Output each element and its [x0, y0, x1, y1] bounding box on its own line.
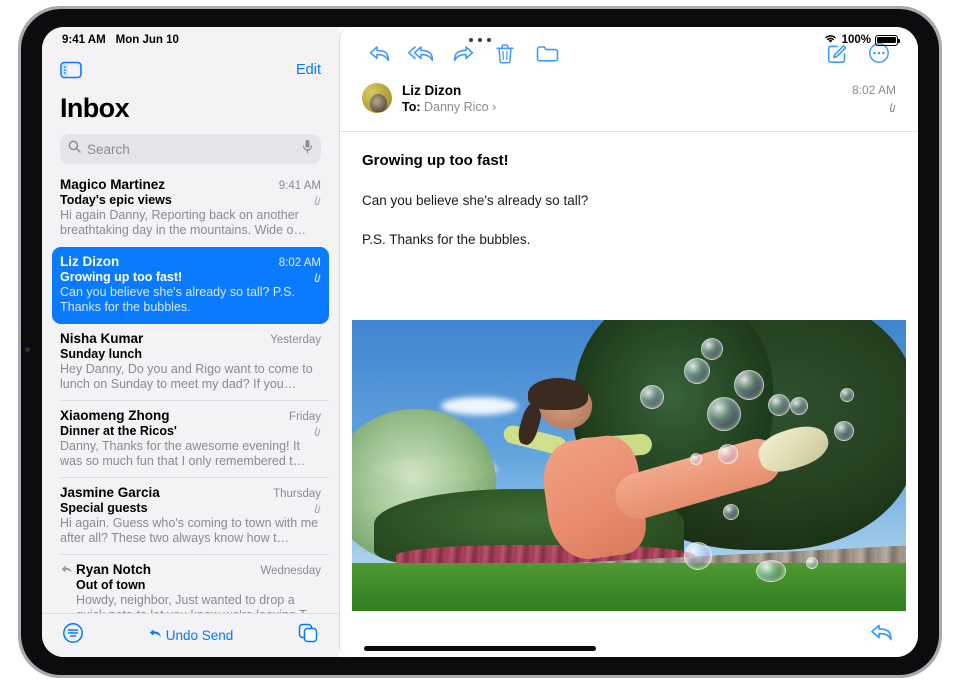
paperclip-icon — [311, 271, 321, 284]
list-item[interactable]: Nisha Kumar Yesterday Sunday lunch Hey D… — [52, 324, 329, 401]
edit-button[interactable]: Edit — [296, 62, 321, 78]
message-subject: Dinner at the Ricos' — [60, 424, 177, 438]
message-sender: Nisha Kumar — [60, 331, 144, 346]
avatar — [362, 83, 392, 113]
mailbox-sidebar: Edit Inbox Search Magico Martinez 9:41 A… — [42, 27, 339, 657]
message-date: Friday — [289, 411, 321, 423]
message-sender: Jasmine Garcia — [60, 485, 160, 500]
message-header-right: 8:02 AM — [852, 83, 896, 119]
message-subject: Sunday lunch — [60, 347, 142, 361]
message-subject: Growing up too fast! — [60, 270, 183, 284]
list-item[interactable]: Xiaomeng Zhong Friday Dinner at the Rico… — [52, 400, 329, 478]
bubble — [640, 385, 665, 410]
message-date: Yesterday — [270, 334, 321, 346]
replied-arrow-icon — [60, 562, 73, 573]
message-date: 8:02 AM — [278, 257, 321, 269]
undo-send-label: Undo Send — [165, 628, 234, 643]
paperclip-icon — [311, 502, 321, 515]
status-date: Mon Jun 10 — [115, 34, 179, 46]
message-header: Liz Dizon To: Danny Rico › 8:02 AM — [340, 79, 918, 132]
reply-icon[interactable] — [869, 622, 894, 647]
bubble — [806, 556, 819, 569]
photo-attachment[interactable] — [352, 320, 906, 611]
undo-send-button[interactable]: Undo Send — [148, 628, 234, 643]
bubble — [706, 396, 741, 431]
message-date: Thursday — [273, 488, 321, 500]
bubble — [701, 337, 724, 360]
status-bar-left: 9:41 AM Mon Jun 10 — [62, 34, 179, 46]
paperclip-icon — [311, 425, 321, 438]
message-preview: Hey Danny, Do you and Rigo want to come … — [60, 362, 313, 391]
message-header-names: Liz Dizon To: Danny Rico › — [402, 83, 842, 114]
message-body: Growing up too fast! Can you believe she… — [340, 132, 918, 611]
message-preview: Hi again Danny, Reporting back on anothe… — [60, 208, 306, 237]
list-item[interactable]: Ryan Notch Wednesday Out of town Howdy, … — [52, 554, 329, 613]
duplicate-icon[interactable] — [297, 622, 319, 649]
chevron-right-icon: › — [492, 100, 497, 114]
message-preview: Danny, Thanks for the awesome evening! I… — [60, 439, 306, 468]
bubble — [723, 503, 740, 520]
bubble — [839, 388, 854, 403]
message-date: Wednesday — [260, 565, 321, 577]
microphone-icon[interactable] — [302, 139, 313, 159]
message-sender: Liz Dizon — [60, 254, 120, 269]
mail-app: Edit Inbox Search Magico Martinez 9:41 A… — [42, 27, 918, 657]
sidebar-bottom-toolbar: Undo Send — [42, 613, 339, 657]
list-item[interactable]: Jasmine Garcia Thursday Special guests H… — [52, 477, 329, 555]
battery-percent-label: 100% — [841, 34, 871, 46]
message-paragraph: P.S. Thanks for the bubbles. — [362, 232, 531, 247]
search-input[interactable]: Search — [60, 134, 321, 164]
message-reading-pane: Liz Dizon To: Danny Rico › 8:02 AM Growi… — [339, 27, 918, 657]
ipad-screen: 9:41 AM Mon Jun 10 100% Edit Inbox Searc… — [42, 27, 918, 657]
handle-dot — [487, 38, 491, 42]
recipient-name: Danny Rico — [424, 100, 489, 114]
sidebar-toggle-icon[interactable] — [60, 61, 82, 79]
message-subject: Today's epic views — [60, 193, 172, 207]
bubble — [767, 394, 790, 416]
message-preview: Howdy, neighbor, Just wanted to drop a q… — [76, 593, 319, 613]
paperclip-icon — [852, 101, 896, 119]
message-time: 8:02 AM — [851, 83, 896, 97]
home-indicator[interactable] — [364, 646, 596, 651]
list-item-selected[interactable]: Liz Dizon 8:02 AM Growing up too fast! C… — [52, 247, 329, 324]
battery-icon — [875, 34, 900, 46]
bubble — [756, 559, 787, 582]
to-label: To: — [402, 100, 421, 114]
hair — [527, 377, 589, 411]
message-sender: Xiaomeng Zhong — [60, 408, 170, 423]
undo-arrow-icon — [148, 628, 162, 643]
status-time: 9:41 AM — [62, 34, 106, 46]
message-date: 9:41 AM — [278, 180, 321, 192]
handle-dot — [478, 38, 482, 42]
front-camera — [25, 347, 30, 352]
message-sender-name: Liz Dizon — [402, 83, 462, 98]
message-subject: Special guests — [60, 501, 148, 515]
page-title: Inbox — [60, 93, 130, 123]
bubble — [833, 420, 854, 441]
wifi-icon — [823, 33, 838, 47]
message-recipient-line[interactable]: To: Danny Rico › — [402, 100, 842, 114]
message-list[interactable]: Magico Martinez 9:41 AM Today's epic vie… — [42, 164, 339, 613]
list-item[interactable]: Magico Martinez 9:41 AM Today's epic vie… — [52, 170, 329, 247]
search-placeholder: Search — [87, 141, 130, 157]
message-preview: Hi again. Guess who's coming to town wit… — [60, 516, 319, 545]
bubble — [789, 396, 808, 415]
paperclip-icon — [311, 194, 321, 207]
search-icon — [68, 140, 81, 158]
message-subject: Out of town — [76, 578, 146, 592]
device-bezel: 9:41 AM Mon Jun 10 100% Edit Inbox Searc… — [21, 9, 939, 675]
message-paragraph: Can you believe she's already so tall? — [362, 193, 589, 208]
handle-dot — [469, 38, 473, 42]
message-subject-heading: Growing up too fast! — [362, 152, 509, 169]
message-sender: Magico Martinez — [60, 177, 166, 192]
ipad-device-frame: 9:41 AM Mon Jun 10 100% Edit Inbox Searc… — [18, 6, 942, 678]
message-sender: Ryan Notch — [76, 562, 152, 577]
filter-icon[interactable] — [62, 622, 84, 649]
sidebar-toolbar: Edit — [60, 53, 321, 87]
multitasking-handle[interactable] — [463, 35, 497, 45]
bubble — [717, 444, 738, 465]
message-preview: Can you believe she's already so tall? P… — [60, 285, 295, 314]
sneaker — [754, 418, 834, 478]
status-bar-right: 100% — [823, 33, 900, 47]
